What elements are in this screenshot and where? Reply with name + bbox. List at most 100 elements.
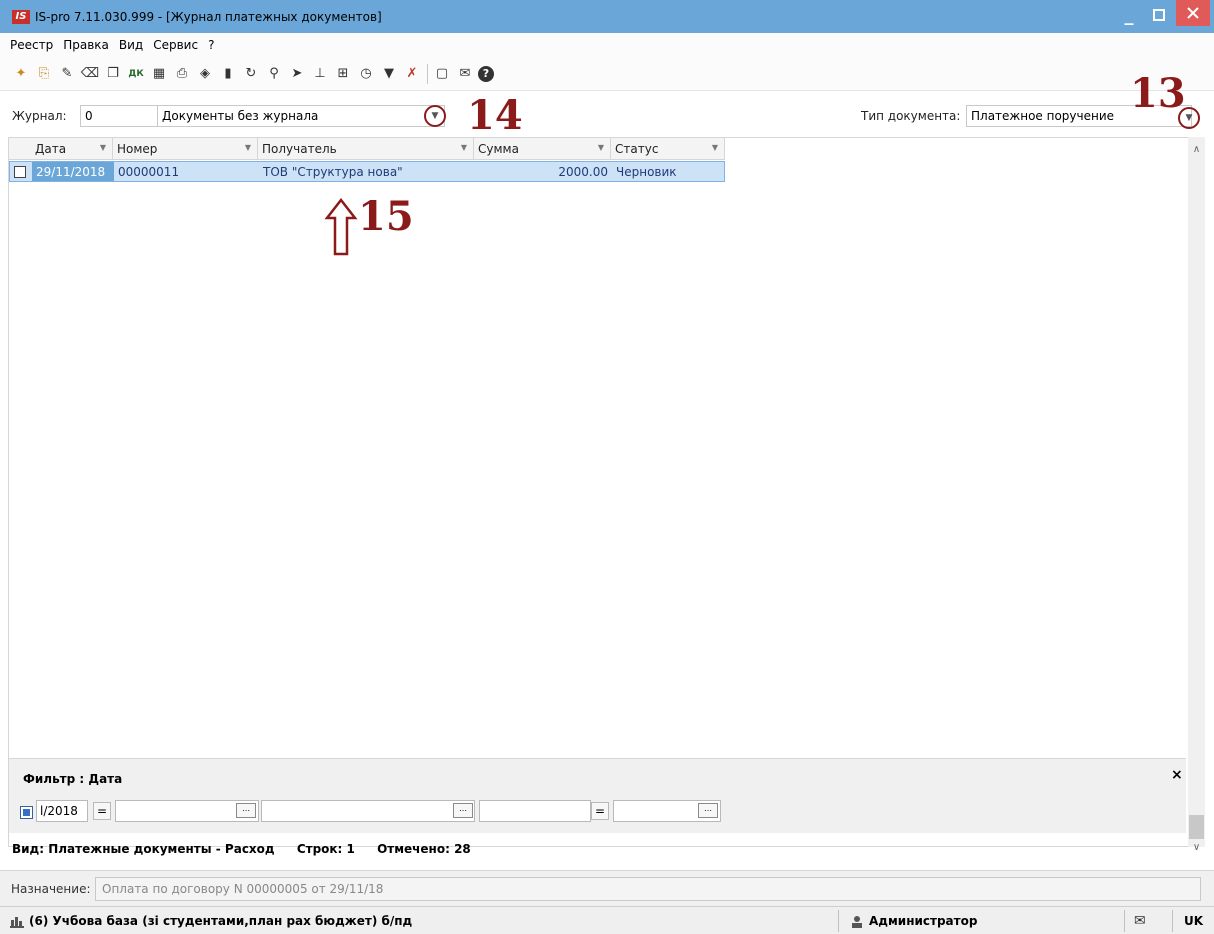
cell-date: 29/11/2018 [32,162,114,181]
table-icon[interactable]: ⊞ [333,64,353,84]
row-checkbox[interactable] [14,166,26,178]
separator [1124,910,1125,932]
calendar-icon[interactable]: ⋯ [453,803,473,818]
column-date-label: Дата [35,142,67,156]
menu-service[interactable]: Сервис [153,38,198,52]
calc-icon[interactable]: ▦ [149,64,169,84]
copy-icon[interactable]: ❐ [103,64,123,84]
filter-value-field-2[interactable] [261,800,475,822]
journal-dropdown-button[interactable]: ▼ [424,105,446,127]
scroll-up-icon[interactable]: ∧ [1188,141,1205,158]
refresh-icon[interactable]: ↻ [241,64,261,84]
column-recipient-label: Получатель [262,142,337,156]
column-header-status[interactable]: Статус ▼ [611,138,725,160]
filter-close-icon[interactable]: × [1171,767,1183,783]
language-indicator[interactable]: UK [1184,914,1203,928]
close-button[interactable] [1176,0,1210,26]
column-header-sum[interactable]: Сумма ▼ [474,138,611,160]
calendar-icon[interactable]: ⋯ [236,803,256,818]
create-icon[interactable]: ⎘ [34,64,54,84]
tree-icon[interactable]: ⊥ [310,64,330,84]
column-header-recipient[interactable]: Получатель ▼ [258,138,474,160]
cell-sum: 2000.00 [558,165,608,179]
scrollbar-thumb[interactable] [1189,815,1204,839]
sort-arrow-icon: ▼ [597,143,604,152]
next-icon[interactable]: ➤ [287,64,307,84]
column-header-number[interactable]: Номер ▼ [113,138,258,160]
search-icon[interactable]: ⚲ [264,64,284,84]
filter-date-field[interactable]: l/2018 [36,800,88,822]
edit-icon[interactable]: ✎ [57,64,77,84]
view-status: Вид: Платежные документы - Расход [12,842,275,856]
column-header-date[interactable]: Дата ▼ [9,138,113,160]
annotation-15: 15 [358,193,414,240]
bottom-status-bar: (6) Учбова база (зі студентами,план рах … [0,906,1214,934]
filter-panel: Фильтр : Дата × l/2018 = ⋯ ⋯ = ⋯ [9,758,1186,833]
filter-equals-button-2[interactable]: = [591,802,609,820]
menu-bar: Реестр Правка Вид Сервис ? [0,33,1214,57]
scroll-down-icon[interactable]: ∨ [1188,839,1205,856]
purpose-row: Назначение: Оплата по договору N 0000000… [0,870,1214,906]
window-title: IS-pro 7.11.030.999 - [Журнал платежных … [35,9,382,24]
status-info: Вид: Платежные документы - Расход Строк:… [12,842,489,856]
close-icon [1187,7,1199,19]
database-icon [10,917,24,928]
menu-registry[interactable]: Реестр [10,38,53,52]
chevron-down-icon: ▼ [431,111,439,121]
mail-icon[interactable]: ✉ [1134,913,1146,929]
cell-status: Черновик [616,165,677,179]
menu-help[interactable]: ? [208,38,214,52]
calendar-icon[interactable]: ⋯ [698,803,718,818]
form-icon[interactable]: ▢ [432,64,452,84]
maximize-button[interactable] [1144,0,1174,30]
minimize-button[interactable]: _ [1114,0,1144,30]
journal-name-field[interactable]: Документы без журнала [157,105,445,127]
chevron-down-icon: ▼ [1185,113,1193,123]
new-doc-icon[interactable]: ✦ [11,64,31,84]
print-icon[interactable]: ⎙ [172,64,192,84]
filter-enable-checkbox[interactable] [20,806,33,819]
grid-header: Дата ▼ Номер ▼ Получатель ▼ Сумма ▼ Статус ▼ [9,138,725,160]
filter-icon[interactable]: ▼ [379,64,399,84]
database-name: (6) Учбова база (зі студентами,план рах … [29,914,413,928]
title-bar: IS IS-pro 7.11.030.999 - [Журнал платежн… [0,0,1214,33]
menu-view[interactable]: Вид [119,38,143,52]
menu-edit[interactable]: Правка [63,38,109,52]
doc-type-label: Тип документа: [861,109,961,123]
vertical-scrollbar[interactable]: ∧ ∨ [1188,137,1205,853]
dk-icon[interactable]: ДК [126,64,146,84]
sort-arrow-icon: ▼ [99,143,106,152]
help-icon[interactable]: ? [478,65,494,82]
column-number-label: Номер [117,142,158,156]
purpose-label: Назначение: [11,882,91,896]
app-logo: IS [12,9,30,24]
user-icon [852,916,862,928]
separator [838,910,839,932]
clear-filter-icon[interactable]: ✗ [402,64,422,84]
table-row[interactable]: 29/11/2018 00000011 ТОВ "Структура нова"… [9,161,725,182]
cell-number: 00000011 [118,165,180,179]
delete-icon[interactable]: ⌫ [80,64,100,84]
clock-icon[interactable]: ◷ [356,64,376,84]
annotation-13: 13 [1130,70,1186,117]
filter-equals-button[interactable]: = [93,802,111,820]
mail-icon[interactable]: ✉ [455,64,475,84]
filter-value-field-3[interactable] [479,800,591,822]
bookmark-icon[interactable]: ▮ [218,64,238,84]
maximize-icon [1153,9,1165,21]
package-icon[interactable]: ◈ [195,64,215,84]
cell-recipient: ТОВ "Структура нова" [263,165,403,179]
arrow-up-icon [324,198,358,256]
toolbar: ✦ ⎘ ✎ ⌫ ❐ ДК ▦ ⎙ ◈ ▮ ↻ ⚲ ➤ ⊥ ⊞ ◷ ▼ ✗ ▢ ✉… [0,57,1214,91]
toolbar-separator [427,63,428,84]
user-name: Администратор [869,914,978,928]
purpose-field: Оплата по договору N 00000005 от 29/11/1… [95,877,1201,901]
marked-count: Отмечено: 28 [377,842,471,856]
column-status-label: Статус [615,142,659,156]
sort-arrow-icon: ▼ [711,143,718,152]
journal-label: Журнал: [12,109,67,123]
annotation-14: 14 [467,92,523,139]
sort-arrow-icon: ▼ [244,143,251,152]
journal-code-field[interactable]: 0 [80,105,158,127]
rows-count: Строк: 1 [296,842,355,856]
